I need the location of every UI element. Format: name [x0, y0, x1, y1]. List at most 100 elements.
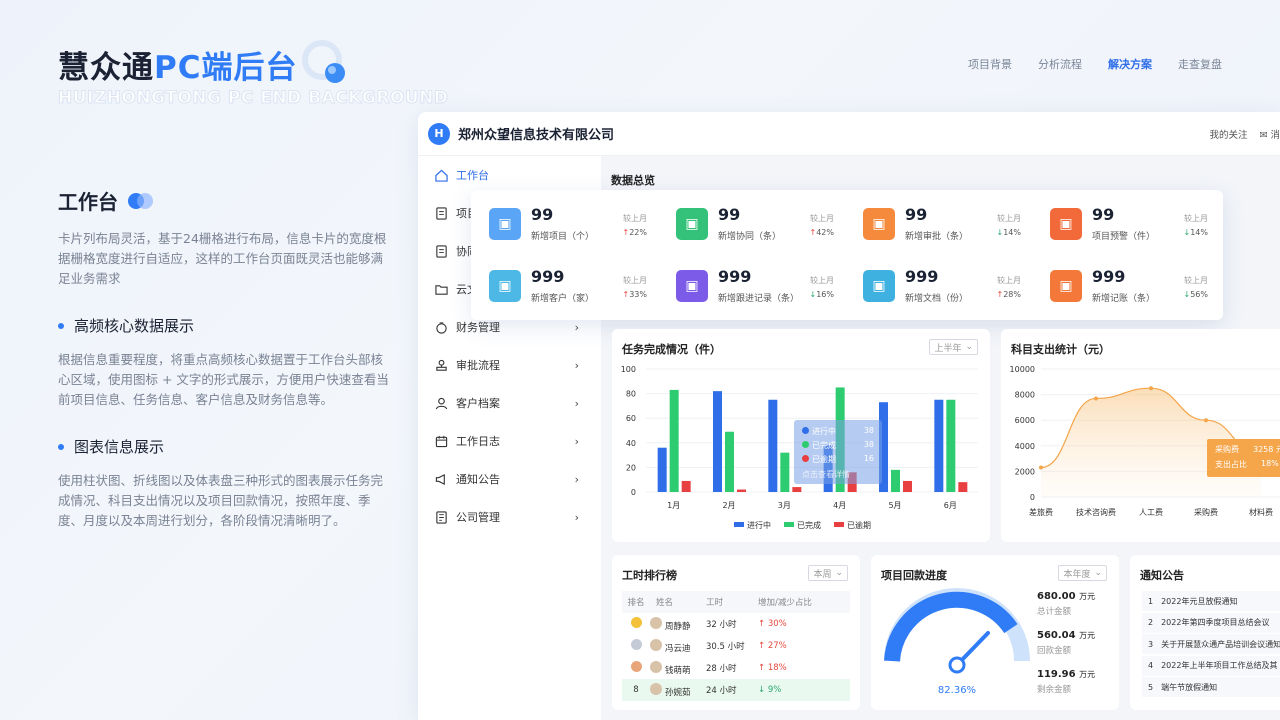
- notice-index: 1: [1148, 596, 1154, 606]
- y-tick-label: 60: [626, 414, 636, 423]
- expense-point: [1149, 386, 1153, 391]
- legend-label: 已完成: [797, 520, 821, 530]
- stat-card[interactable]: ▣ 999 新增客户（家） 较上月 ↑33%: [479, 262, 657, 314]
- table-row[interactable]: 冯云迪 30.5 小时 ↑ 27%: [622, 635, 850, 657]
- stat-compare: 较上月: [1184, 214, 1208, 223]
- stat-card[interactable]: ▣ 99 新增协同（条） 较上月 ↑42%: [666, 200, 844, 252]
- table-row[interactable]: 周静静 32 小时 ↑ 30%: [622, 613, 850, 635]
- table-row[interactable]: 8 孙婉茹 24 小时 ↓ 9%: [622, 679, 850, 701]
- legend-label: 已逾期: [847, 520, 871, 530]
- x-tick-label: 采购费: [1194, 507, 1218, 517]
- stat-change: ↓14%: [1183, 228, 1208, 237]
- stat-compare: 较上月: [623, 276, 647, 285]
- change-cell: ↑ 30%: [758, 619, 787, 629]
- nav-review[interactable]: 走查复盘: [1178, 56, 1222, 72]
- change-cell: ↓ 9%: [758, 685, 782, 695]
- stamp-icon: ▣: [863, 208, 895, 240]
- change-cell: ↑ 27%: [758, 641, 787, 651]
- stat-label: 新增项目（个）: [531, 232, 595, 242]
- bar-进行中: [768, 399, 778, 492]
- nav-analysis-flow[interactable]: 分析流程: [1038, 56, 1082, 72]
- y-tick-label: 2000: [1015, 467, 1035, 476]
- bar-已完成: [669, 389, 679, 492]
- notice-item[interactable]: 1 2022年元旦放假通知: [1142, 591, 1280, 611]
- sidebar-label: 客户档案: [456, 397, 500, 410]
- legend-label: 进行中: [747, 520, 771, 530]
- user-icon: [434, 396, 448, 410]
- y-tick-label: 80: [626, 390, 636, 399]
- payback-percent: 82.36%: [938, 685, 976, 696]
- stat-number: 999: [531, 267, 565, 286]
- bar-进行中: [934, 399, 944, 492]
- stat-card[interactable]: ▣ 99 新增项目（个） 较上月 ↑22%: [479, 200, 657, 252]
- stat-label: 新增协同（条）: [718, 232, 782, 242]
- stat-label: 新增跟进记录（条）: [718, 294, 800, 304]
- calendar-icon: [434, 434, 448, 448]
- y-tick-label: 20: [626, 463, 636, 472]
- y-tick-label: 0: [631, 488, 636, 497]
- nav-project-background[interactable]: 项目背景: [968, 56, 1012, 72]
- stat-card[interactable]: ▣ 999 新增跟进记录（条） 较上月 ↓16%: [666, 262, 844, 314]
- chevron-right-icon: ›: [574, 320, 579, 334]
- heading-text: 工作台: [58, 190, 118, 214]
- y-tick-label: 8000: [1015, 391, 1035, 400]
- sidebar-item-worklog[interactable]: 工作日志 ›: [418, 422, 601, 460]
- bar-进行中: [657, 447, 667, 492]
- building-icon: [434, 510, 448, 524]
- money-bag-icon: ▣: [1050, 270, 1082, 302]
- stat-card[interactable]: ▣ 99 新增审批（条） 较上月 ↓14%: [853, 200, 1031, 252]
- stat-number: 99: [905, 205, 928, 224]
- bullet-icon: [58, 443, 64, 450]
- stat-number: 999: [905, 267, 939, 286]
- home-icon: [434, 168, 448, 182]
- avatar: [650, 682, 662, 695]
- x-tick-label: 技术咨询费: [1076, 507, 1116, 517]
- ranking-period-select[interactable]: 本周 ⌄: [808, 565, 848, 581]
- bar-已逾期: [792, 487, 802, 492]
- notice-index: 3: [1148, 639, 1154, 649]
- stat-number: 999: [1092, 267, 1126, 286]
- hours-cell: 30.5 小时: [706, 642, 745, 652]
- stat-card[interactable]: ▣ 999 新增文档（份） 较上月 ↑28%: [853, 262, 1031, 314]
- chevron-down-icon: ⌄: [1094, 568, 1102, 578]
- sidebar-item-customers[interactable]: 客户档案 ›: [418, 384, 601, 422]
- nav-solution[interactable]: 解决方案: [1108, 56, 1152, 72]
- notice-item[interactable]: 3 关于开展慧众通产品培训会议通知: [1142, 634, 1280, 654]
- name-cell: 孙婉茹: [650, 682, 706, 698]
- sidebar-item-notice[interactable]: 通知公告 ›: [418, 460, 601, 498]
- legend-swatch: [834, 522, 844, 527]
- notice-item[interactable]: 4 2022年上半年项目工作总结及其: [1142, 655, 1280, 676]
- chevron-right-icon: ›: [574, 434, 579, 448]
- folder-icon: ▣: [863, 270, 895, 302]
- section-heading: 工作台: [58, 186, 392, 215]
- y-tick-label: 100: [621, 365, 636, 374]
- bar-进行中: [713, 391, 722, 492]
- bar-已逾期: [903, 480, 912, 492]
- stat-change: ↑33%: [622, 290, 647, 299]
- my-follow-link[interactable]: 我的关注: [1209, 127, 1247, 141]
- notice-item[interactable]: 2 2022年第四季度项目总结会议: [1142, 612, 1280, 633]
- x-tick-label: 6月: [944, 501, 957, 510]
- stat-card[interactable]: ▣ 999 新增记账（条） 较上月 ↓56%: [1040, 262, 1218, 314]
- sidebar-item-company[interactable]: 公司管理 ›: [418, 498, 601, 536]
- sidebar-item-approval[interactable]: 审批流程 ›: [418, 346, 601, 384]
- notice-item[interactable]: 5 端午节放假通知: [1142, 677, 1280, 697]
- ranking-card: 工时排行榜 本周 ⌄ 排名 姓名 工时 增加/减少占比 周静静 32 小时 ↑ 30% …: [612, 555, 860, 710]
- stat-change: ↓14%: [996, 228, 1021, 237]
- bar-已完成: [725, 431, 734, 492]
- sidebar-item-workbench[interactable]: 工作台: [418, 156, 601, 194]
- payback-title: 项目回款进度: [881, 569, 947, 582]
- doc-icon: ▣: [676, 270, 708, 302]
- payback-period-select[interactable]: 本年度 ⌄: [1058, 565, 1107, 581]
- rank-cell: [622, 617, 650, 631]
- stat-label: 新增审批（条）: [905, 232, 969, 242]
- stat-card[interactable]: ▣ 99 项目预警（件） 较上月 ↓14%: [1040, 200, 1218, 252]
- stat-label: 新增客户（家）: [531, 294, 595, 304]
- stat-number: 99: [531, 205, 554, 224]
- stat-change: ↑28%: [996, 290, 1021, 299]
- stat-label: 新增文档（份）: [905, 294, 969, 304]
- table-row[interactable]: 钱萌萌 28 小时 ↑ 18%: [622, 657, 850, 679]
- stat-compare: 较上月: [997, 214, 1021, 223]
- y-tick-label: 10000: [1010, 365, 1035, 374]
- message-link[interactable]: ✉ 消: [1260, 127, 1280, 141]
